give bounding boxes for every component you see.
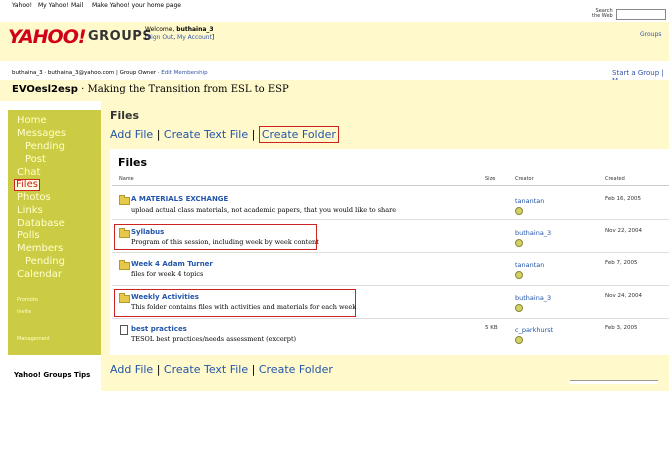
folder-icon — [119, 293, 130, 303]
sidebar-item-photos[interactable]: Photos — [17, 192, 51, 203]
sidebar-item-polls[interactable]: Polls — [17, 230, 40, 241]
sidebar-invite-link[interactable]: Invite — [17, 309, 31, 315]
document-icon — [120, 325, 128, 335]
row-divider — [112, 252, 669, 253]
created-date: Feb 3, 2005 — [605, 325, 638, 331]
row-divider — [112, 219, 669, 220]
sidebar-item-chat[interactable]: Chat — [17, 167, 40, 178]
action-separator: | — [156, 128, 161, 141]
folder-icon — [119, 195, 130, 205]
membership-text: buthaina_3 · buthaina_3@yahoo.com | Grou… — [12, 70, 160, 76]
create-text-file-link[interactable]: Create Text File — [164, 363, 248, 376]
folder-icon — [119, 260, 130, 270]
row-divider — [112, 318, 669, 319]
row-divider — [112, 285, 669, 286]
edit-membership-link[interactable]: Edit Membership — [161, 70, 207, 76]
groups-tips-heading: Yahoo! Groups Tips — [14, 371, 91, 379]
file-description: TESOL best practices/needs assessment (e… — [131, 335, 297, 343]
file-name-link[interactable]: Week 4 Adam Turner — [131, 260, 213, 268]
membership-info: buthaina_3 · buthaina_3@yahoo.com | Grou… — [12, 70, 208, 76]
created-date: Feb 7, 2005 — [605, 260, 638, 266]
action-separator: | — [251, 363, 256, 376]
welcome-label: Welcome, — [145, 26, 175, 33]
sidebar: Home Messages Pending Post Chat Files Ph… — [8, 110, 101, 355]
smiley-icon — [515, 304, 523, 312]
search-label: Search the Web — [592, 9, 613, 19]
welcome-username: buthaina_3 — [176, 26, 214, 33]
file-description: upload actual class materials, not acade… — [131, 206, 397, 214]
creator-link[interactable]: c_parkhurst — [515, 326, 553, 334]
file-actions-bottom: Add File | Create Text File | Create Fol… — [110, 363, 333, 376]
group-tagline: · Making the Transition from ESL to ESP — [77, 84, 289, 95]
my-account-link[interactable]: My Account — [177, 34, 212, 41]
column-header-creator[interactable]: Creator — [515, 176, 534, 182]
column-header-name[interactable]: Name — [119, 176, 134, 182]
file-name-link[interactable]: best practices — [131, 325, 187, 333]
yahoo-link[interactable]: Yahoo! — [12, 2, 32, 9]
column-header-created[interactable]: Created — [605, 176, 625, 182]
smiley-icon — [515, 207, 523, 215]
groups-home-link[interactable]: Groups — [640, 31, 661, 38]
page-title: Files — [110, 109, 140, 122]
make-home-page-link[interactable]: Make Yahoo! your home page — [92, 2, 181, 9]
column-header-size[interactable]: Size — [485, 176, 495, 182]
file-actions-top: Add File | Create Text File | Create Fol… — [110, 126, 339, 143]
create-text-file-link[interactable]: Create Text File — [164, 128, 248, 141]
file-size: 5 KB — [485, 325, 498, 331]
sidebar-item-pending-messages[interactable]: Pending — [25, 141, 65, 152]
yahoo-logo[interactable]: YAHOO! — [8, 26, 87, 48]
header-divider — [112, 185, 669, 186]
smiley-icon — [515, 239, 523, 247]
creator-link[interactable]: buthaina_3 — [515, 294, 551, 302]
search-input[interactable] — [616, 9, 666, 20]
creator-link[interactable]: buthaina_3 — [515, 229, 551, 237]
creator-link[interactable]: tanantan — [515, 261, 544, 269]
file-name-link[interactable]: Weekly Activities — [131, 293, 199, 301]
add-file-link[interactable]: Add File — [110, 363, 153, 376]
sidebar-item-post[interactable]: Post — [25, 154, 46, 165]
created-date: Nov 22, 2004 — [605, 228, 642, 234]
sidebar-item-database[interactable]: Database — [17, 218, 65, 229]
sidebar-management-link[interactable]: Management — [17, 336, 50, 342]
my-yahoo-link[interactable]: My Yahoo! — [38, 2, 69, 9]
sidebar-item-calendar[interactable]: Calendar — [17, 269, 62, 280]
file-description: Program of this session, including week … — [131, 238, 319, 246]
sidebar-promote-link[interactable]: Promote — [17, 297, 38, 303]
create-folder-link[interactable]: Create Folder — [258, 126, 339, 143]
search-label-line2: the Web — [592, 13, 613, 19]
files-panel-title: Files — [118, 156, 148, 169]
create-folder-link[interactable]: Create Folder — [259, 363, 333, 376]
add-file-link[interactable]: Add File — [110, 128, 153, 141]
sidebar-item-links[interactable]: Links — [17, 205, 43, 216]
file-description: files for week 4 topics — [131, 270, 204, 278]
welcome-block: Welcome, buthaina_3 [Sign Out, My Accoun… — [145, 26, 215, 41]
sidebar-item-files[interactable]: Files — [14, 179, 40, 191]
created-date: Feb 16, 2005 — [605, 196, 641, 202]
folder-icon — [119, 228, 130, 238]
file-description: This folder contains files with activiti… — [131, 303, 357, 311]
action-separator: | — [156, 363, 161, 376]
groups-logo-text: GROUPS — [88, 29, 153, 44]
sidebar-item-pending-members[interactable]: Pending — [25, 256, 65, 267]
sign-out-link[interactable]: Sign Out — [147, 34, 173, 41]
smiley-icon — [515, 271, 523, 279]
file-name-link[interactable]: A MATERIALS EXCHANGE — [131, 195, 228, 203]
horizontal-scrollbar[interactable] — [570, 380, 658, 384]
file-name-link[interactable]: Syllabus — [131, 228, 164, 236]
smiley-icon — [515, 336, 523, 344]
sidebar-item-messages[interactable]: Messages — [17, 128, 66, 139]
group-title: EVOesl2esp · Making the Transition from … — [12, 84, 289, 95]
top-navigation: Yahoo! My Yahoo! Mail Make Yahoo! your h… — [0, 0, 669, 22]
sidebar-item-home[interactable]: Home — [17, 115, 47, 126]
group-id: EVOesl2esp — [12, 84, 78, 95]
action-separator: | — [251, 128, 256, 141]
sidebar-item-members[interactable]: Members — [17, 243, 63, 254]
mail-link[interactable]: Mail — [71, 2, 83, 9]
created-date: Nov 24, 2004 — [605, 293, 642, 299]
creator-link[interactable]: tanantan — [515, 197, 544, 205]
